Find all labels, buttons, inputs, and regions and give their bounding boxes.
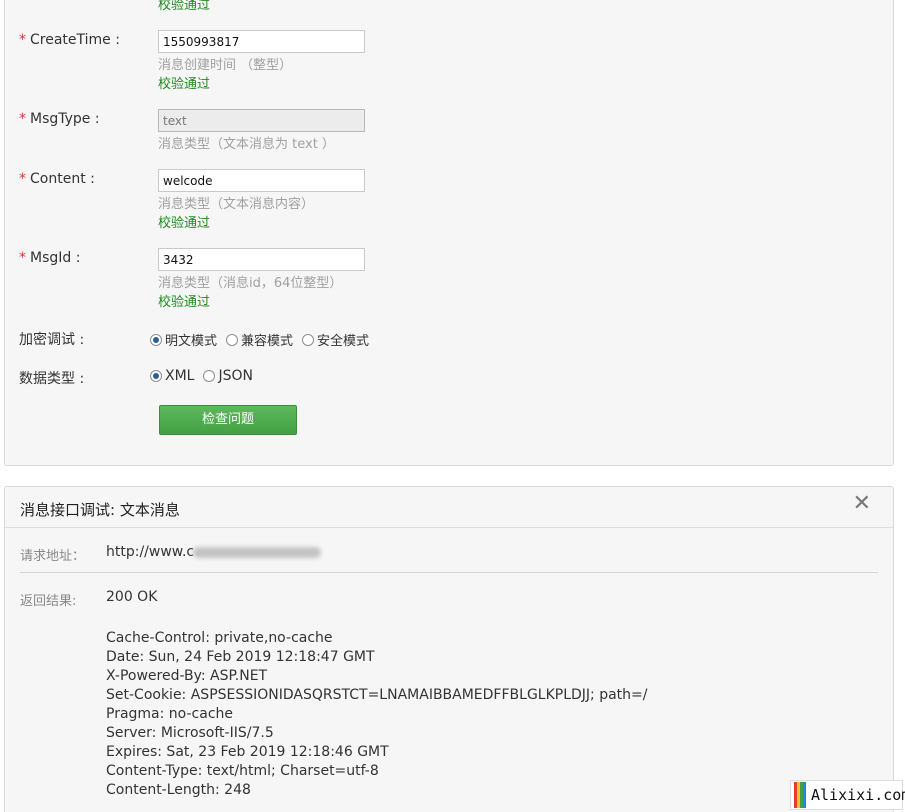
- createtime-label-text: CreateTime :: [30, 32, 120, 48]
- divider: [20, 572, 878, 573]
- msgid-hint: 消息类型（消息id，64位整型）: [158, 276, 343, 291]
- result-status: 200 OK: [106, 589, 158, 605]
- radio-icon[interactable]: [226, 333, 239, 346]
- msgtype-hint: 消息类型（文本消息为 text ）: [158, 137, 335, 152]
- msgtype-label-text: MsgType :: [30, 111, 100, 127]
- response-header-line: Server: Microsoft-IIS/7.5: [106, 725, 274, 741]
- watermark-text: Alixixi.com: [811, 786, 905, 804]
- msgtype-label: * MsgType :: [19, 111, 100, 127]
- datatype-radio-group: XML JSON: [150, 368, 262, 384]
- response-header-line: X-Powered-By: ASP.NET: [106, 668, 268, 684]
- datatype-option-json[interactable]: JSON: [203, 368, 253, 384]
- datatype-label: 数据类型 :: [19, 371, 85, 387]
- content-label-text: Content :: [30, 171, 95, 187]
- close-icon[interactable]: ✕: [853, 491, 871, 516]
- message-form-panel: [4, 0, 894, 466]
- result-label: 返回结果:: [20, 594, 77, 609]
- response-header-line: Content-Length: 248: [106, 782, 251, 798]
- msgid-label-text: MsgId :: [30, 250, 81, 266]
- msgid-input[interactable]: [158, 248, 365, 271]
- createtime-label: * CreateTime :: [19, 32, 120, 48]
- radio-icon[interactable]: [203, 370, 216, 382]
- request-url-value: http://www.c: [106, 544, 195, 560]
- content-label: * Content :: [19, 171, 95, 187]
- response-header-line: Content-Type: text/html; Charset=utf-8: [106, 763, 379, 779]
- radio-label: JSON: [218, 368, 253, 384]
- radio-label: 明文模式: [165, 334, 218, 349]
- msgid-status: 校验通过: [158, 295, 211, 310]
- radio-icon[interactable]: [302, 333, 315, 346]
- encrypt-option-secure[interactable]: 安全模式: [302, 330, 369, 349]
- radio-selected-icon[interactable]: [150, 333, 162, 346]
- msgtype-input: [158, 109, 365, 132]
- createtime-input[interactable]: [158, 30, 365, 53]
- datatype-option-xml[interactable]: XML: [150, 368, 194, 384]
- result-panel-header: 消息接口调试: 文本消息 ✕: [5, 487, 893, 528]
- response-headers: Cache-Control: private,no-cache Date: Su…: [106, 629, 648, 800]
- response-header-line: Expires: Sat, 23 Feb 2019 12:18:46 GMT: [106, 744, 389, 760]
- content-hint: 消息类型（文本消息内容）: [158, 197, 315, 212]
- site-watermark: Alixixi.com: [790, 780, 905, 810]
- encrypt-option-plain[interactable]: 明文模式: [150, 330, 217, 349]
- encrypt-option-compat[interactable]: 兼容模式: [226, 330, 293, 349]
- content-input[interactable]: [158, 169, 365, 192]
- response-header-line: Set-Cookie: ASPSESSIONIDASQRSTCT=LNAMAIB…: [106, 687, 648, 703]
- createtime-hint: 消息创建时间 （整型）: [158, 58, 293, 73]
- radio-selected-icon[interactable]: [150, 370, 162, 382]
- redacted-blur: [193, 547, 321, 558]
- radio-label: 兼容模式: [241, 334, 294, 349]
- radio-label: XML: [165, 368, 195, 384]
- required-mark: *: [19, 250, 26, 266]
- prev-status-text: 校验通过: [158, 0, 211, 13]
- createtime-status: 校验通过: [158, 77, 211, 92]
- response-header-line: Date: Sun, 24 Feb 2019 12:18:47 GMT: [106, 649, 375, 665]
- radio-label: 安全模式: [317, 334, 370, 349]
- required-mark: *: [19, 111, 26, 127]
- check-problem-button[interactable]: 检查问题: [159, 405, 297, 435]
- encrypt-label: 加密调试 :: [19, 332, 85, 348]
- response-header-line: Pragma: no-cache: [106, 706, 234, 722]
- encrypt-radio-group: 明文模式 兼容模式 安全模式: [150, 330, 378, 349]
- content-status: 校验通过: [158, 216, 211, 231]
- result-panel-title: 消息接口调试: 文本消息: [20, 501, 180, 519]
- watermark-bar: [803, 782, 806, 808]
- required-mark: *: [19, 32, 26, 48]
- request-url-label: 请求地址：: [20, 549, 86, 564]
- required-mark: *: [19, 171, 26, 187]
- msgid-label: * MsgId :: [19, 250, 80, 266]
- response-header-line: Cache-Control: private,no-cache: [106, 630, 333, 646]
- watermark-logo-icon: [794, 782, 806, 808]
- result-panel: 消息接口调试: 文本消息 ✕ 请求地址： http://www.c 返回结果: …: [4, 486, 894, 812]
